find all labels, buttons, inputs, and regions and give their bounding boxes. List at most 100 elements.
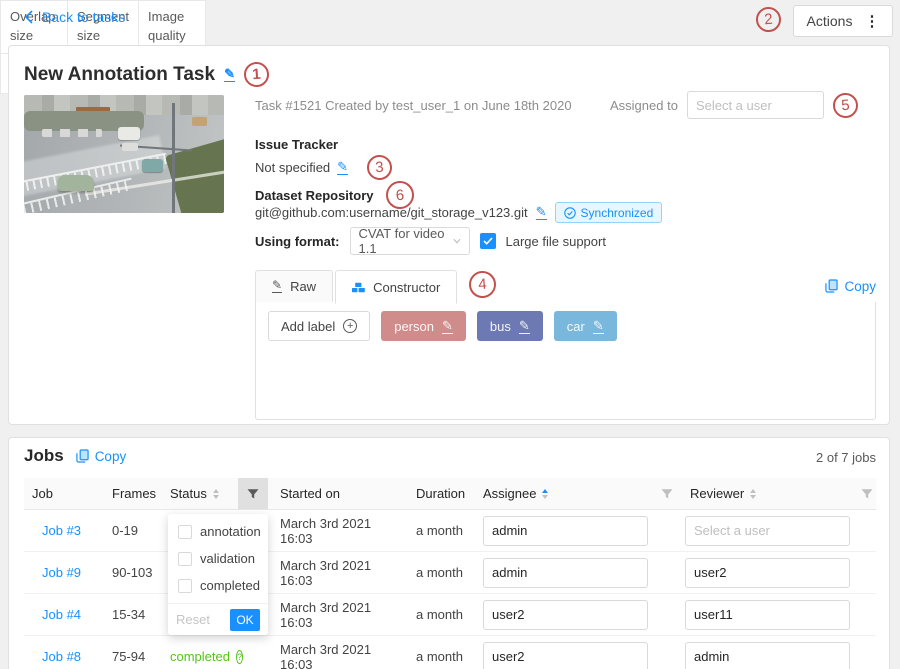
jobs-copy-button[interactable]: Copy bbox=[76, 449, 127, 464]
assigned-to-input[interactable] bbox=[687, 91, 824, 119]
assignee-input[interactable] bbox=[483, 516, 648, 546]
preview-car-teal bbox=[142, 159, 163, 172]
tab-constructor[interactable]: Constructor bbox=[335, 270, 457, 304]
large-file-label: Large file support bbox=[506, 234, 606, 249]
repo-url: git@github.com:username/git_storage_v123… bbox=[255, 205, 528, 220]
preview-car-tan bbox=[192, 117, 207, 126]
col-reviewer[interactable]: Reviewer bbox=[678, 478, 858, 509]
preview-car-green bbox=[58, 175, 94, 191]
status-filter-button[interactable] bbox=[238, 478, 268, 509]
reviewer-input[interactable] bbox=[685, 600, 850, 630]
filter-option-validation[interactable]: validation bbox=[168, 545, 268, 572]
annotation-checkbox[interactable] bbox=[178, 525, 192, 539]
format-select-value: CVAT for video 1.1 bbox=[359, 226, 453, 256]
callout-4: 4 bbox=[468, 270, 497, 299]
format-select[interactable]: CVAT for video 1.1 bbox=[350, 227, 470, 255]
filter-option-completed[interactable]: completed bbox=[168, 572, 268, 599]
label-person-name: person bbox=[394, 319, 434, 334]
jobs-count: 2 of 7 jobs bbox=[700, 450, 876, 465]
assigned-to-row: Assigned to 5 bbox=[610, 91, 858, 119]
edit-label-car-icon[interactable]: ✎ bbox=[593, 319, 604, 334]
edit-repo-icon[interactable]: ✎ bbox=[536, 205, 547, 220]
label-chip-car[interactable]: car ✎ bbox=[554, 311, 617, 341]
label-chip-person[interactable]: person ✎ bbox=[381, 311, 466, 341]
filter-footer: Reset OK bbox=[168, 603, 268, 635]
assigned-to-label: Assigned to bbox=[610, 98, 678, 113]
labels-tabbar: ✎ Raw Constructor 4 Copy bbox=[255, 270, 876, 303]
cvat-task-page: Back to tasks 2 Actions ⋮ New Annotation… bbox=[0, 0, 900, 669]
duration-cell: a month bbox=[404, 510, 472, 551]
actions-button[interactable]: Actions ⋮ bbox=[793, 5, 893, 37]
annotation-label: annotation bbox=[200, 524, 261, 539]
tab-raw[interactable]: ✎ Raw bbox=[255, 270, 333, 303]
edit-label-bus-icon[interactable]: ✎ bbox=[519, 319, 530, 334]
frames-cell: 15-34 bbox=[104, 594, 160, 635]
add-label-button[interactable]: Add label + bbox=[268, 311, 370, 341]
assignee-sorter-icon[interactable] bbox=[542, 489, 548, 499]
assignee-input[interactable] bbox=[483, 558, 648, 588]
edit-issue-tracker-icon[interactable]: ✎ bbox=[337, 160, 348, 175]
sync-status-label: Synchronized bbox=[581, 206, 654, 220]
reviewer-filter-button[interactable] bbox=[858, 478, 876, 509]
status-sorter-icon[interactable] bbox=[213, 489, 219, 499]
job-link[interactable]: Job #4 bbox=[32, 607, 81, 622]
completed-label: completed bbox=[200, 578, 260, 593]
duration-cell: a month bbox=[404, 552, 472, 593]
edit-label-person-icon[interactable]: ✎ bbox=[442, 319, 453, 334]
callout-2: 2 bbox=[755, 6, 782, 33]
labels-copy-button[interactable]: Copy bbox=[825, 279, 876, 294]
issue-tracker-row: Not specified ✎ 3 bbox=[255, 155, 392, 180]
started-cell: March 3rd 2021 16:03 bbox=[268, 636, 404, 669]
filter-option-annotation[interactable]: annotation bbox=[168, 518, 268, 545]
reviewer-input[interactable] bbox=[685, 642, 850, 669]
job-row-2: Job #9 90-103 March 3rd 2021 16:03 a mon… bbox=[24, 552, 876, 594]
col-duration: Duration bbox=[404, 478, 472, 509]
job-row-1: Job #3 0-19 March 3rd 2021 16:03 a month bbox=[24, 510, 876, 552]
filter-funnel-icon bbox=[247, 488, 259, 500]
reviewer-sorter-icon[interactable] bbox=[750, 489, 756, 499]
dataset-repo-row: git@github.com:username/git_storage_v123… bbox=[255, 202, 662, 223]
tab-constructor-label: Constructor bbox=[373, 280, 440, 295]
job-link[interactable]: Job #3 bbox=[32, 523, 81, 538]
edit-title-icon[interactable]: ✎ bbox=[224, 67, 235, 82]
col-frames: Frames bbox=[104, 478, 160, 509]
started-cell: March 3rd 2021 16:03 bbox=[268, 510, 404, 551]
dataset-repo-label: Dataset Repository bbox=[255, 188, 373, 203]
back-to-tasks-link[interactable]: Back to tasks bbox=[24, 9, 125, 25]
frames-cell: 90-103 bbox=[104, 552, 160, 593]
callout-5: 5 bbox=[832, 92, 859, 119]
col-status[interactable]: Status bbox=[160, 478, 238, 509]
label-car-name: car bbox=[567, 319, 585, 334]
job-link[interactable]: Job #8 bbox=[32, 649, 81, 664]
assignee-input[interactable] bbox=[483, 642, 648, 669]
back-to-tasks-label: Back to tasks bbox=[42, 9, 125, 25]
col-job: Job bbox=[24, 478, 104, 509]
col-assignee[interactable]: Assignee bbox=[472, 478, 655, 509]
validation-checkbox[interactable] bbox=[178, 552, 192, 566]
preview-pole bbox=[172, 103, 175, 213]
filter-reset-button[interactable]: Reset bbox=[176, 612, 210, 627]
assignee-input[interactable] bbox=[483, 600, 648, 630]
filter-ok-button[interactable]: OK bbox=[230, 609, 260, 631]
assignee-filter-button[interactable] bbox=[655, 478, 678, 509]
job-link[interactable]: Job #9 bbox=[32, 565, 81, 580]
kebab-menu-icon: ⋮ bbox=[864, 12, 879, 30]
reviewer-input[interactable] bbox=[685, 516, 850, 546]
check-icon bbox=[483, 237, 493, 245]
job-row-3: Job #4 15-34 March 3rd 2021 16:03 a mont… bbox=[24, 594, 876, 636]
check-circle-icon bbox=[564, 207, 576, 219]
reviewer-input[interactable] bbox=[685, 558, 850, 588]
started-cell: March 3rd 2021 16:03 bbox=[268, 594, 404, 635]
job-row-4: Job #8 75-94 completed ? March 3rd 2021 … bbox=[24, 636, 876, 669]
labels-copy-label: Copy bbox=[844, 279, 876, 294]
plus-circle-icon: + bbox=[343, 319, 357, 333]
label-chip-bus[interactable]: bus ✎ bbox=[477, 311, 543, 341]
col-started-on: Started on bbox=[268, 478, 404, 509]
filter-funnel-icon bbox=[861, 488, 873, 500]
duration-cell: a month bbox=[404, 594, 472, 635]
jobs-title: Jobs bbox=[24, 446, 64, 466]
filter-funnel-icon bbox=[661, 488, 673, 500]
large-file-checkbox[interactable] bbox=[480, 233, 496, 249]
labels-row: Add label + person ✎ bus ✎ car ✎ bbox=[256, 302, 875, 350]
completed-checkbox[interactable] bbox=[178, 579, 192, 593]
